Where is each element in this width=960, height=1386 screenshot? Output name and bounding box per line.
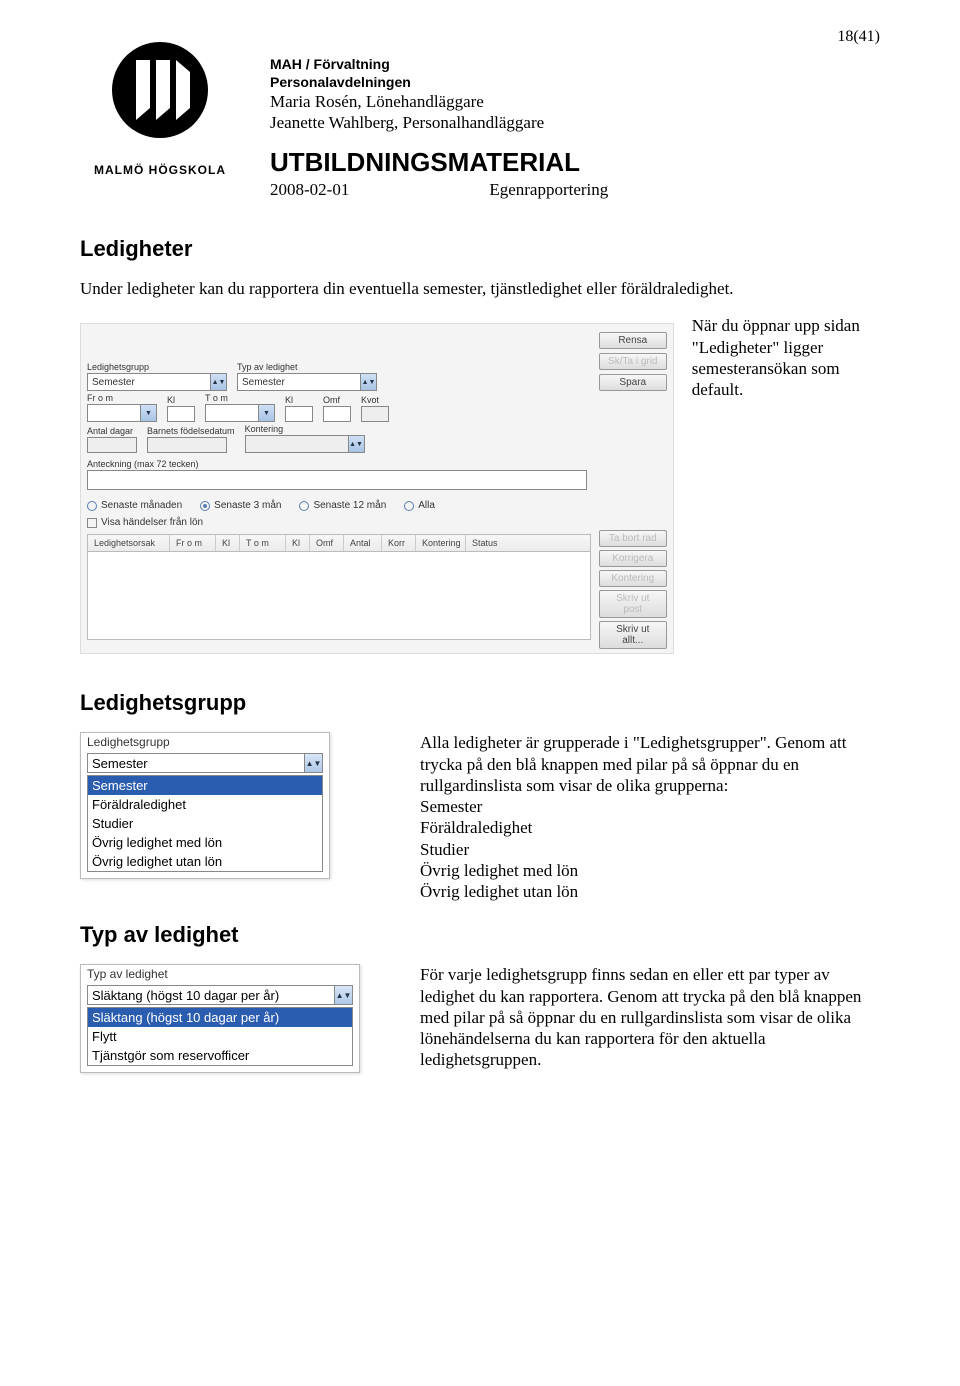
select-typ-av-ledighet[interactable]: Semester ▲▼ — [237, 373, 377, 391]
skrivut-button[interactable]: Skriv ut post — [599, 590, 667, 618]
typavledighet-text: För varje ledighetsgrupp finns sedan en … — [420, 964, 880, 1070]
antal-dagar-input — [87, 437, 137, 453]
bullet: Övrig ledighet utan lön — [420, 881, 880, 902]
label-kontering: Kontering — [245, 424, 365, 434]
bullet: Studier — [420, 839, 880, 860]
visa-label: Visa händelser från lön — [101, 517, 203, 528]
label-tom: T o m — [205, 393, 275, 403]
dd-option[interactable]: Studier — [88, 814, 322, 833]
dd-label-typavledighet: Typ av ledighet — [81, 965, 359, 983]
kl1-input[interactable] — [167, 406, 195, 422]
grid-body — [87, 552, 591, 640]
dd-select-ledighetsgrupp[interactable]: Semester ▲▼ — [87, 753, 323, 773]
logo-caption: MALMÖ HÖGSKOLA — [80, 163, 240, 177]
dd-option[interactable]: Föräldraledighet — [88, 795, 322, 814]
intro-paragraph: Under ledigheter kan du rapportera din e… — [80, 278, 880, 299]
label-ledighetsgrupp: Ledighetsgrupp — [87, 362, 227, 372]
radio-senaste-manaden-label: Senaste månaden — [101, 500, 182, 511]
label-anteckning: Anteckning (max 72 tecken) — [87, 459, 667, 469]
skrivutallt-button[interactable]: Skriv ut allt... — [599, 621, 667, 649]
radio-senaste-12-label: Senaste 12 mån — [313, 500, 386, 511]
dd-option[interactable]: Övrig ledighet utan lön — [88, 852, 322, 871]
skta-button[interactable]: Sk/Ta i grid — [599, 353, 667, 370]
document-title: UTBILDNINGSMATERIAL — [270, 147, 880, 178]
bullet: Övrig ledighet med lön — [420, 860, 880, 881]
dd-option[interactable]: Semester — [88, 776, 322, 795]
label-kvot: Kvot — [361, 395, 389, 405]
logo: MALMÖ HÖGSKOLA — [80, 40, 240, 177]
document-header: MAH / Förvaltning Personalavdelningen Ma… — [270, 40, 880, 200]
chevron-down-icon[interactable]: ▲▼ — [210, 374, 226, 390]
tom-input[interactable]: ▼ — [205, 404, 275, 422]
radio-senaste-manaden[interactable] — [87, 501, 97, 511]
bullet: Föräldraledighet — [420, 817, 880, 838]
radio-senaste-3[interactable] — [200, 501, 210, 511]
org-line: MAH / Förvaltning — [270, 56, 880, 72]
dd-label-ledighetsgrupp: Ledighetsgrupp — [81, 733, 329, 751]
spara-button[interactable]: Spara — [599, 374, 667, 391]
tabortrad-button[interactable]: Ta bort rad — [599, 530, 667, 547]
section-heading-ledighetsgrupp: Ledighetsgrupp — [80, 690, 880, 716]
select-ledighetsgrupp[interactable]: Semester ▲▼ — [87, 373, 227, 391]
kontering-select[interactable]: ▲▼ — [245, 435, 365, 453]
section-heading-ledigheter: Ledigheter — [80, 236, 880, 262]
dd-option[interactable]: Flytt — [88, 1027, 352, 1046]
dd-select-typavledighet-value: Släktang (högst 10 dagar per år) — [88, 988, 334, 1003]
label-kl2: Kl — [285, 395, 313, 405]
dept-line: Personalavdelningen — [270, 74, 880, 90]
korrigera-button[interactable]: Korrigera — [599, 550, 667, 567]
label-typ-av-ledighet: Typ av ledighet — [237, 362, 377, 372]
logo-icon — [100, 40, 220, 150]
select-ledighetsgrupp-value: Semester — [88, 377, 210, 388]
kvot-input — [361, 406, 389, 422]
side-note: När du öppnar upp sidan "Ledigheter" lig… — [692, 311, 880, 400]
kl2-input[interactable] — [285, 406, 313, 422]
dd-option[interactable]: Tjänstgör som reservofficer — [88, 1046, 352, 1065]
chevron-down-icon[interactable]: ▲▼ — [360, 374, 376, 390]
dd-list-ledighetsgrupp: Semester Föräldraledighet Studier Övrig … — [87, 775, 323, 872]
rensa-button[interactable]: Rensa — [599, 332, 667, 349]
barnets-fodelsedatum-input — [147, 437, 227, 453]
document-date: 2008-02-01 — [270, 180, 349, 200]
label-barnets-fodelsedatum: Barnets födelsedatum — [147, 426, 235, 436]
radio-alla-label: Alla — [418, 500, 435, 511]
grid-header: Ledighetsorsak Fr o m Kl T o m Kl Omf An… — [87, 534, 591, 552]
select-typ-av-ledighet-value: Semester — [238, 377, 360, 388]
kontering-button[interactable]: Kontering — [599, 570, 667, 587]
author-line-1: Maria Rosén, Lönehandläggare — [270, 92, 880, 112]
dd-list-typavledighet: Släktang (högst 10 dagar per år) Flytt T… — [87, 1007, 353, 1066]
radio-alla[interactable] — [404, 501, 414, 511]
label-kl1: Kl — [167, 395, 195, 405]
ledighetsgrupp-text: Alla ledigheter är grupperade i "Ledighe… — [420, 732, 880, 796]
bullet: Semester — [420, 796, 880, 817]
dd-select-typavledighet[interactable]: Släktang (högst 10 dagar per år) ▲▼ — [87, 985, 353, 1005]
dd-option[interactable]: Släktang (högst 10 dagar per år) — [88, 1008, 352, 1027]
page-number: 18(41) — [837, 28, 880, 46]
label-from: Fr o m — [87, 393, 157, 403]
ledighetsgrupp-dropdown: Ledighetsgrupp Semester ▲▼ Semester Förä… — [80, 732, 330, 879]
dd-select-ledighetsgrupp-value: Semester — [88, 756, 304, 771]
author-line-2: Jeanette Wahlberg, Personalhandläggare — [270, 113, 880, 133]
radio-senaste-3-label: Senaste 3 mån — [214, 500, 281, 511]
document-subject: Egenrapportering — [489, 180, 608, 200]
dd-option[interactable]: Övrig ledighet med lön — [88, 833, 322, 852]
radio-senaste-12[interactable] — [299, 501, 309, 511]
visa-checkbox[interactable] — [87, 518, 97, 528]
chevron-down-icon[interactable]: ▼ — [258, 405, 274, 421]
chevron-down-icon[interactable]: ▲▼ — [334, 986, 352, 1004]
section-heading-typavledighet: Typ av ledighet — [80, 922, 880, 948]
chevron-down-icon[interactable]: ▼ — [140, 405, 156, 421]
chevron-down-icon[interactable]: ▲▼ — [348, 436, 364, 452]
label-omf: Omf — [323, 395, 351, 405]
label-antal-dagar: Antal dagar — [87, 426, 137, 436]
anteckning-input[interactable] — [87, 470, 587, 490]
chevron-down-icon[interactable]: ▲▼ — [304, 754, 322, 772]
ledigheter-form-screenshot: Ledighetsgrupp Semester ▲▼ Typ av ledigh… — [80, 323, 674, 654]
from-input[interactable]: ▼ — [87, 404, 157, 422]
typavledighet-dropdown: Typ av ledighet Släktang (högst 10 dagar… — [80, 964, 360, 1073]
omf-input[interactable] — [323, 406, 351, 422]
